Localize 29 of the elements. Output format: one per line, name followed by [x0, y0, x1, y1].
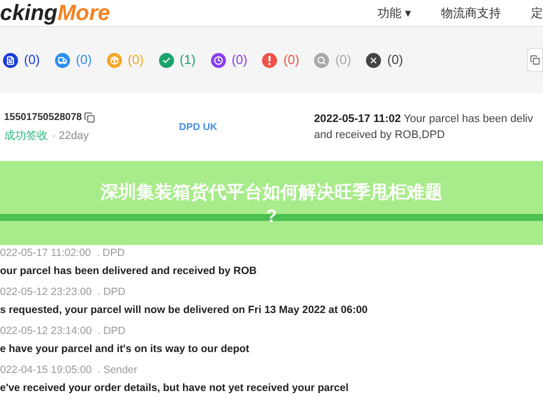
- status-filter[interactable]: (0): [3, 50, 40, 70]
- event-meta: 022-05-12 23:14:00 . DPD: [0, 325, 126, 338]
- status-filter[interactable]: (0): [54, 50, 92, 70]
- status-filter[interactable]: (0): [210, 50, 248, 70]
- age-text: · 22day: [52, 128, 89, 144]
- status-label: 成功签收: [4, 128, 48, 144]
- logo[interactable]: ckingMore: [0, 2, 110, 24]
- latest-event-text: and received by ROB,DPD: [314, 128, 446, 143]
- copy-icon[interactable]: [84, 112, 95, 123]
- event-meta: 022-05-17 11:02:00 . DPD: [0, 247, 126, 260]
- banner-title: 深圳集装箱货代平台如何解决旺季甩柜难题: [100, 181, 442, 204]
- event-text: e've received your order details, but have not yet received your parcel: [0, 381, 350, 395]
- tracking-number: 15501750528078: [4, 110, 82, 125]
- event-meta: 022-04-15 19:05:00 . Sender: [0, 364, 138, 377]
- copy-button[interactable]: [527, 48, 543, 72]
- banner-title-end: ?: [266, 205, 277, 227]
- latest-event: 2022-05-17 11:02 Your parcel has been deliv: [314, 112, 533, 127]
- event-text: our parcel has been delivered and received by ROB: [0, 264, 258, 278]
- status-filter[interactable]: (0): [366, 50, 404, 70]
- event-meta: 022-05-12 23:23:00 . DPD: [0, 286, 126, 299]
- nav-link[interactable]: 定: [531, 7, 543, 19]
- status-filter[interactable]: (1): [158, 50, 196, 70]
- copy-icon: [530, 55, 540, 65]
- event-text: s requested, your parcel will now be delivered on Fri 13 May 2022 at 06:00: [0, 303, 369, 317]
- status-filter[interactable]: (0): [262, 50, 300, 70]
- nav-link[interactable]: 物流商支持: [441, 7, 501, 19]
- event-text: e have your parcel and it's on its way to our depot: [0, 342, 250, 356]
- carrier-link[interactable]: DPD UK: [179, 120, 314, 134]
- nav-link[interactable]: 功能 ▾: [378, 7, 411, 19]
